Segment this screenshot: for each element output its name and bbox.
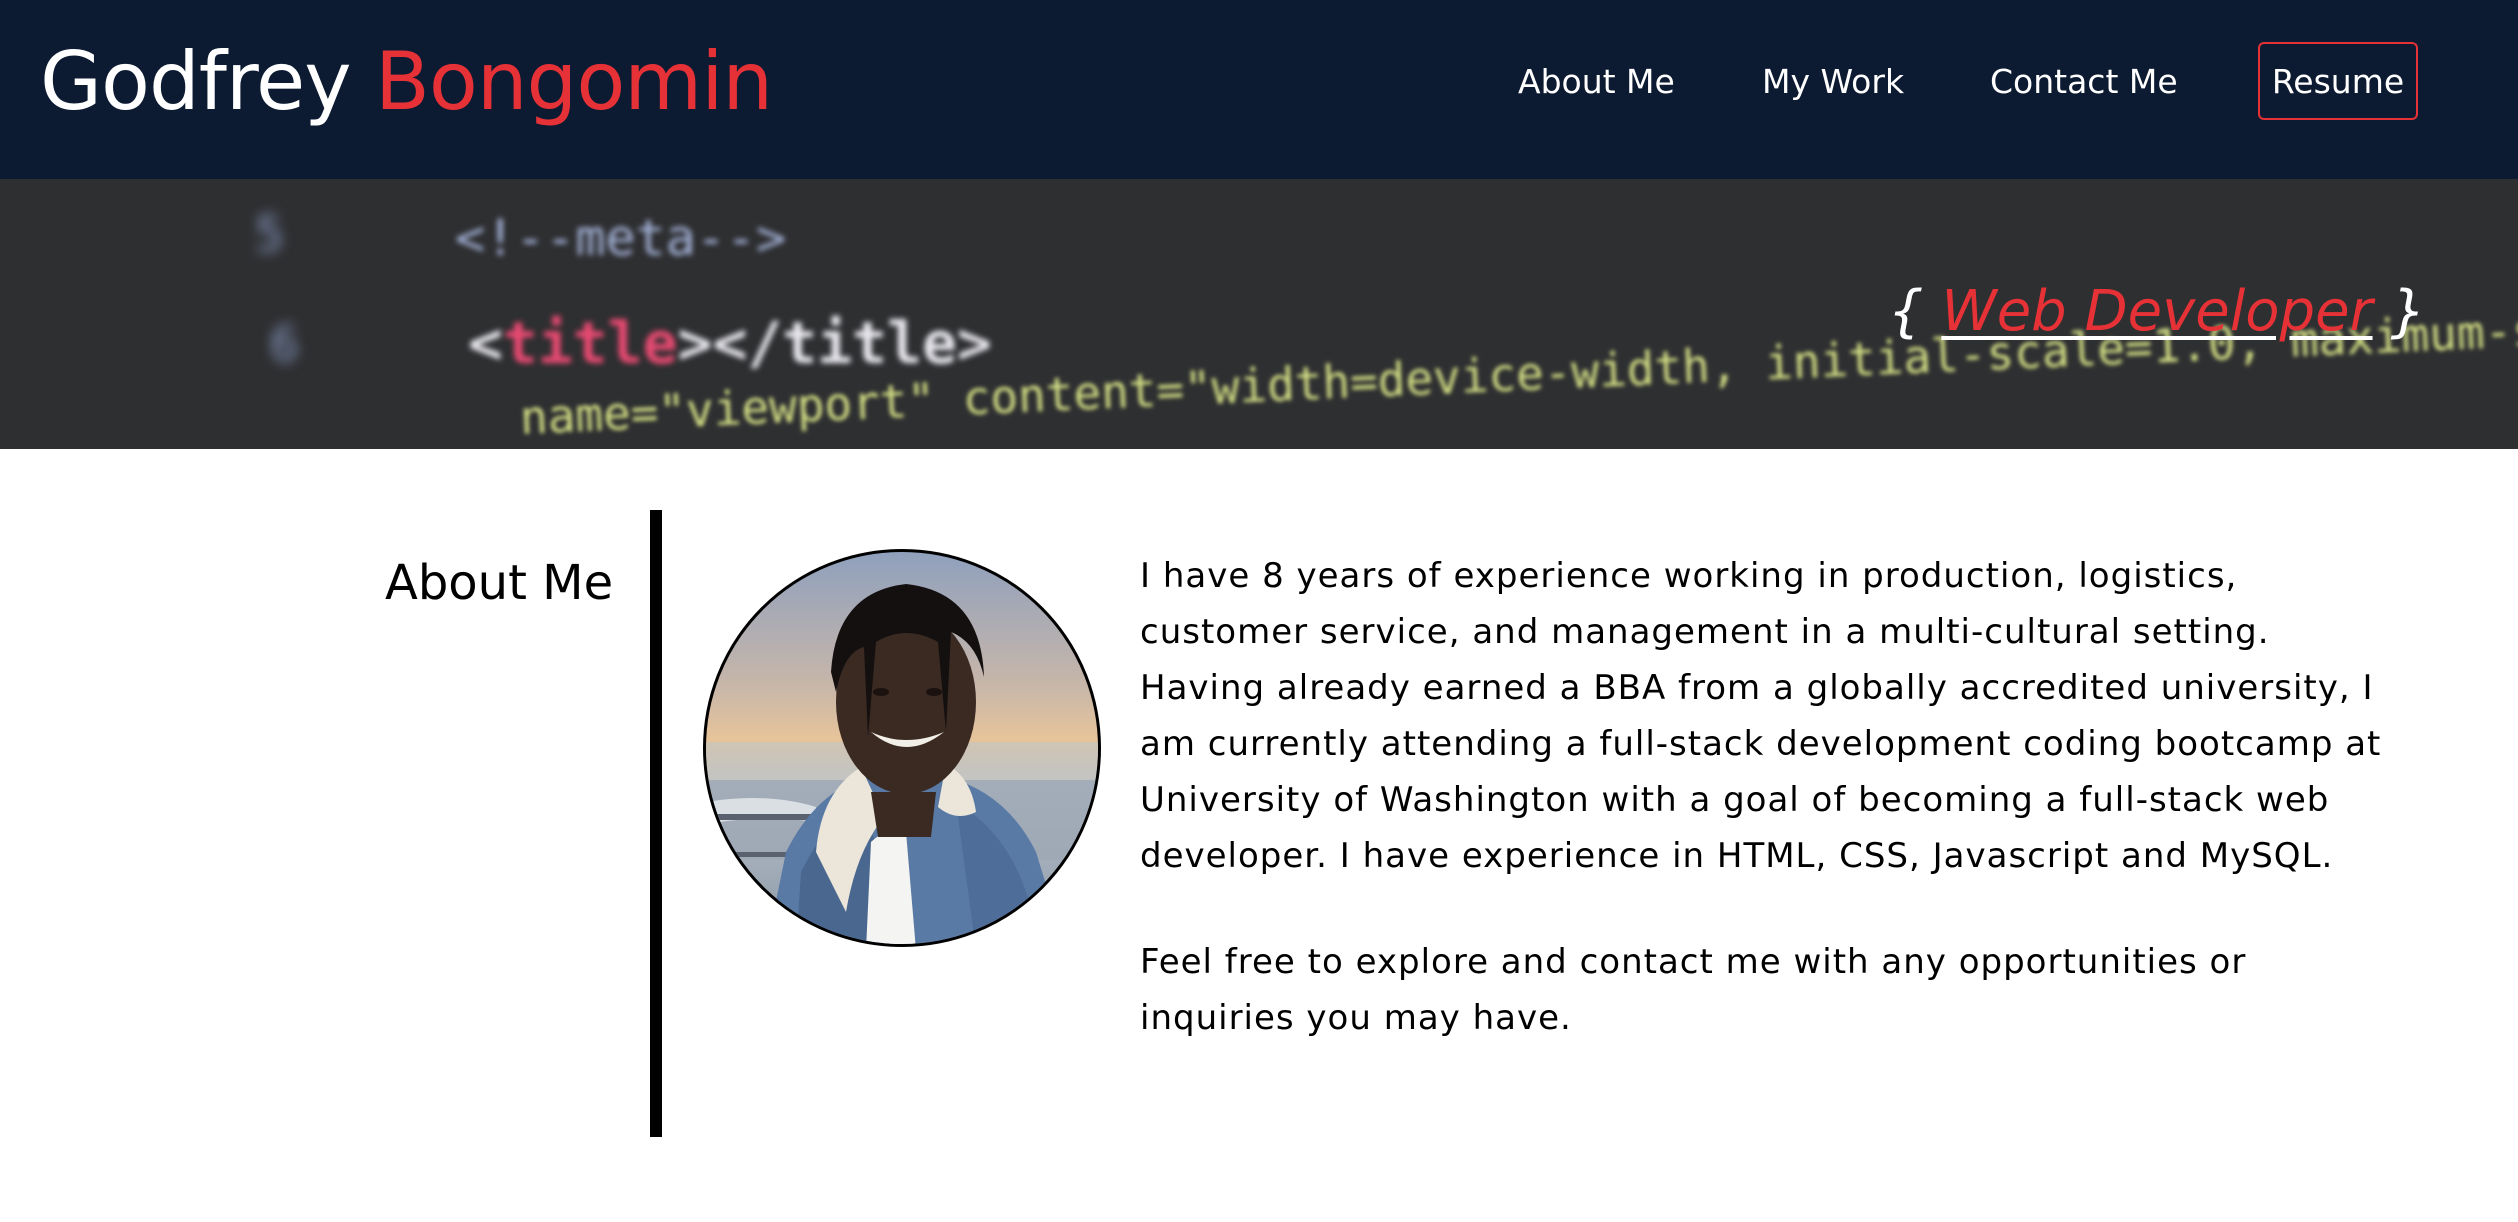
- about-heading: About Me: [385, 555, 614, 611]
- code-tag-close: ></title>: [677, 309, 992, 377]
- code-tag-name: title: [502, 309, 678, 377]
- section-divider: [650, 510, 662, 1137]
- bio-paragraph: I have 8 years of experience working in …: [1140, 556, 2382, 876]
- site-brand[interactable]: Godfrey Bongomin: [40, 32, 773, 132]
- hero-banner: 5 <!--meta--> 6 <title></title> name="vi…: [0, 179, 2518, 449]
- code-comment-meta: <!--meta-->: [455, 209, 787, 267]
- nav-about-link[interactable]: About Me: [1518, 60, 1675, 104]
- tagline-role: Web Developer: [1941, 279, 2373, 344]
- profile-photo-image: [706, 584, 1098, 944]
- bio-paragraph: Feel free to explore and contact me with…: [1140, 942, 2247, 1038]
- tagline-open-brace: {: [1887, 279, 1924, 344]
- code-tag-open: <: [468, 309, 503, 377]
- about-bio: I have 8 years of experience working in …: [1140, 548, 2400, 1096]
- site-header: Godfrey Bongomin About Me My Work Contac…: [0, 0, 2518, 179]
- brand-first-name: Godfrey: [40, 35, 352, 128]
- brand-last-name: Bongomin: [375, 35, 773, 128]
- tagline-close-brace: }: [2390, 279, 2426, 344]
- resume-button[interactable]: Resume: [2258, 42, 2418, 120]
- code-title-tag: <title></title>: [468, 309, 992, 377]
- code-line-number: 5: [255, 207, 284, 263]
- nav-work-link[interactable]: My Work: [1762, 60, 1904, 104]
- profile-photo: [703, 549, 1101, 947]
- nav-contact-link[interactable]: Contact Me: [1990, 60, 2178, 104]
- hero-tagline: { Web Developer }: [1888, 277, 2426, 347]
- code-line-number: 6: [270, 317, 299, 373]
